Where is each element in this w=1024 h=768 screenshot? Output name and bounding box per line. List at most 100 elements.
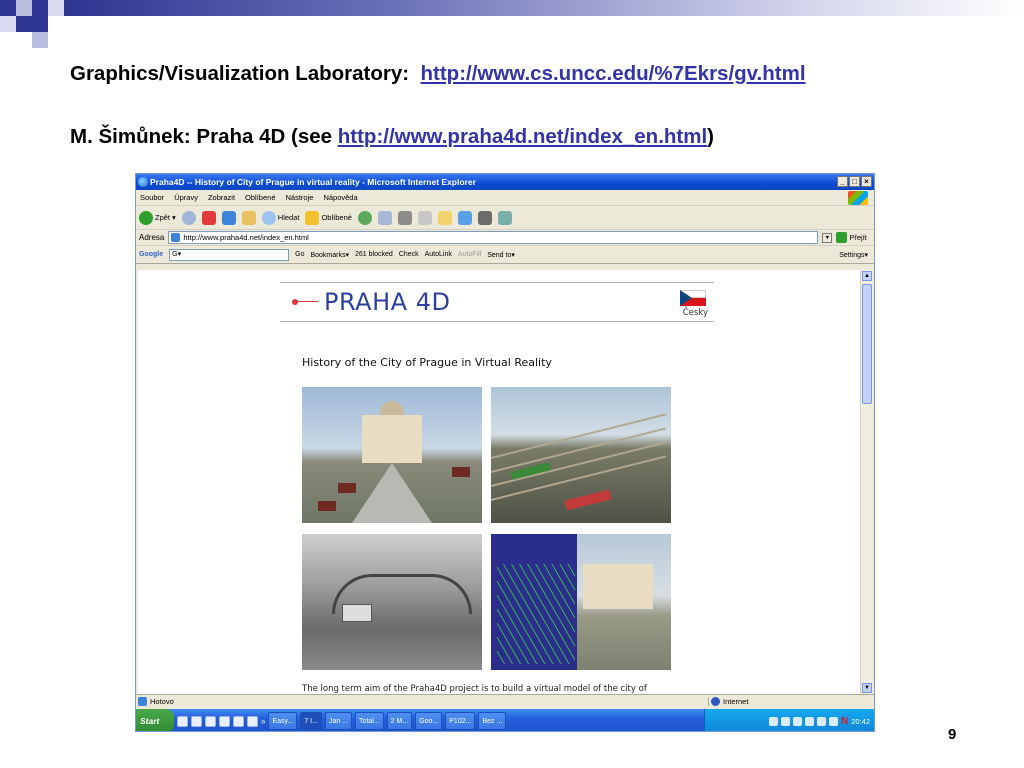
home-icon[interactable] [241, 210, 256, 225]
czech-flag-icon[interactable] [680, 290, 706, 306]
go-arrow-icon [836, 232, 848, 243]
menu-soubor[interactable]: Soubor [140, 193, 164, 202]
red-line [298, 301, 318, 302]
decor-square [0, 16, 16, 32]
scroll-up-icon[interactable]: ▲ [862, 271, 872, 281]
task-button[interactable]: Jan ... [324, 712, 353, 730]
google-bookmarks[interactable]: Bookmarks▾ [310, 251, 349, 259]
task-button[interactable]: Bez ... [478, 712, 507, 730]
task-button-active[interactable]: 7 I... [300, 712, 322, 730]
ie-icon [138, 177, 148, 187]
discuss-icon[interactable] [437, 210, 452, 225]
close-icon[interactable]: × [861, 176, 872, 187]
decor-square [48, 0, 64, 16]
page-heading: History of the City of Prague in Virtual… [302, 356, 552, 369]
decor-square [0, 0, 16, 16]
search-label: Hledat [277, 213, 300, 222]
quicklaunch-ie-icon[interactable] [177, 715, 188, 727]
menu-upravy[interactable]: Úpravy [174, 193, 198, 202]
lab-label: Graphics/Visualization Laboratory: [70, 62, 410, 85]
menu-bar: Soubor Úpravy Zobrazit Oblíbené Nástroje… [136, 190, 874, 206]
language-link[interactable]: Česky [683, 308, 708, 318]
quicklaunch-excel-icon[interactable] [219, 715, 230, 727]
quicklaunch-save-icon[interactable] [205, 715, 216, 727]
search-button[interactable]: Hledat [261, 210, 300, 225]
task-button[interactable]: 2 M... [386, 712, 413, 730]
research-icon[interactable] [477, 210, 492, 225]
google-settings[interactable]: Settings▾ [839, 251, 874, 259]
edit-icon[interactable] [417, 210, 432, 225]
norton-icon[interactable]: N [841, 716, 848, 727]
task-button[interactable]: Goo... [415, 712, 443, 730]
photo-historic-station[interactable] [302, 534, 482, 670]
google-go[interactable]: Go [295, 251, 304, 258]
history-icon[interactable] [357, 210, 372, 225]
menu-oblibene[interactable]: Oblíbené [245, 193, 275, 202]
minimize-icon[interactable]: _ [837, 176, 848, 187]
start-button[interactable]: Start [136, 709, 174, 731]
autofill[interactable]: AutoFill [458, 251, 481, 258]
network-icon[interactable] [828, 716, 838, 726]
tray-icon[interactable] [768, 716, 778, 726]
red-dot-icon [292, 299, 298, 305]
tray-icon[interactable] [780, 716, 790, 726]
browser-title-bar: Praha4D -- History of City of Prague in … [136, 174, 874, 190]
zone-text: Internet [708, 697, 748, 706]
window-controls: _ □ × [837, 176, 872, 187]
back-button[interactable]: Zpět ▾ [139, 210, 176, 225]
spell-check[interactable]: Check [399, 251, 419, 258]
praha4d-link[interactable]: http://www.praha4d.net/index_en.html [338, 125, 707, 148]
photo-station-square[interactable] [302, 387, 482, 523]
lab-link[interactable]: http://www.cs.uncc.edu/%7Ekrs/gv.html [421, 62, 806, 85]
browser-toolbar: Zpět ▾ Hledat Oblíbené [136, 206, 874, 230]
quicklaunch-media-icon[interactable] [247, 715, 258, 727]
praha-header: PRAHA 4D Česky [280, 282, 714, 322]
vertical-scrollbar[interactable]: ▲ ▼ [860, 270, 872, 694]
photo-wireframe-render[interactable] [491, 534, 671, 670]
tray-icon[interactable] [792, 716, 802, 726]
messenger-icon[interactable] [457, 210, 472, 225]
intro-text: The long term aim of the Praha4D project… [302, 684, 647, 694]
menu-napoveda[interactable]: Nápověda [323, 193, 357, 202]
go-button[interactable]: Přejít [836, 232, 867, 243]
author-label: M. Šimůnek: Praha 4D (see [70, 125, 333, 148]
send-to[interactable]: Send to▾ [487, 251, 515, 259]
scroll-thumb[interactable] [862, 284, 872, 404]
task-button[interactable]: Easy... [268, 712, 298, 730]
tools-icon[interactable] [497, 210, 512, 225]
browser-title: Praha4D -- History of City of Prague in … [150, 177, 476, 187]
task-button[interactable]: Total... [355, 712, 384, 730]
address-input[interactable]: http://www.praha4d.net/index_en.html [168, 231, 819, 244]
menu-zobrazit[interactable]: Zobrazit [208, 193, 235, 202]
google-toolbar: Google G▾ Go Bookmarks▾ 261 blocked Chec… [136, 246, 874, 264]
photo-railway-yard[interactable] [491, 387, 671, 523]
print-icon[interactable] [397, 210, 412, 225]
back-label: Zpět [155, 213, 171, 222]
stop-icon[interactable] [201, 210, 216, 225]
google-search-input[interactable]: G▾ [169, 248, 290, 261]
quicklaunch-word-icon[interactable] [233, 715, 244, 727]
maximize-icon[interactable]: □ [849, 176, 860, 187]
mail-icon[interactable] [377, 210, 392, 225]
tray-icon[interactable] [804, 716, 814, 726]
volume-icon[interactable] [816, 716, 826, 726]
decor-square [32, 16, 48, 32]
address-dropdown-icon[interactable]: ▾ [822, 232, 833, 243]
popup-blocked[interactable]: 261 blocked [355, 251, 393, 258]
decor-square [16, 0, 32, 16]
scroll-down-icon[interactable]: ▼ [862, 683, 872, 693]
quicklaunch-more-icon[interactable]: » [261, 717, 265, 726]
favorites-button[interactable]: Oblíbené [305, 210, 352, 225]
refresh-icon[interactable] [221, 210, 236, 225]
favorites-label: Oblíbené [321, 213, 352, 222]
decor-square [32, 32, 48, 48]
forward-arrow-icon[interactable] [181, 210, 196, 225]
decor-gradient-bar [64, 0, 1024, 16]
menu-nastroje[interactable]: Nástroje [286, 193, 314, 202]
star-icon [305, 210, 320, 225]
autolink[interactable]: AutoLink [425, 251, 452, 258]
task-button[interactable]: P102... [445, 712, 476, 730]
clock: 20:42 [851, 716, 870, 726]
close-paren: ) [707, 125, 714, 148]
quicklaunch-desktop-icon[interactable] [191, 715, 202, 727]
